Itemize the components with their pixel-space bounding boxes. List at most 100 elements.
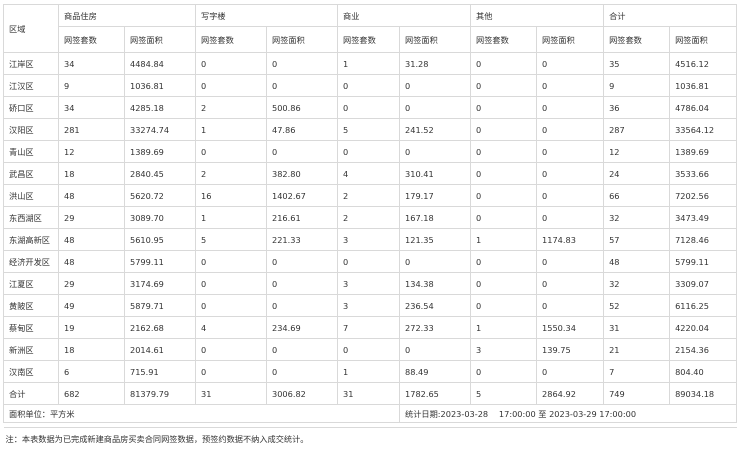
area-unit-note: 面积单位：平方米 [2,404,401,423]
table-cell: 24 [603,162,671,185]
table-cell: 281 [58,118,125,141]
table-cell: 7 [337,316,401,339]
table-cell: 4 [337,162,401,185]
table-cell: 0 [195,74,268,97]
table-cell: 2840.45 [123,162,197,185]
table-cell: 0 [195,272,268,295]
table-cell: 241.52 [399,118,472,141]
table-cell: 36 [603,96,671,119]
total-cell: 749 [603,382,671,405]
sub-header-count: 网签套数 [337,26,401,53]
header-row-groups: 区域 商品住房 写字楼 商业 其他 合计 [3,4,738,53]
table-cell: 2 [337,184,401,207]
note-row: 注：本表数据为已完成新建商品房买卖合同网签数据，预签约数据不纳入成交统计。 [3,427,737,449]
table-cell: 0 [399,140,472,163]
table-cell: 12 [603,140,671,163]
table-cell: 5 [337,118,401,141]
district-name: 硚口区 [3,96,59,119]
table-cell: 804.40 [669,360,738,383]
table-row: 蔡甸区 19 2162.68 4 234.69 7 272.33 1 1550.34 31 4220… [3,316,738,339]
total-cell: 81379.79 [123,382,197,405]
sub-header-count: 网签套数 [58,26,125,53]
table-cell: 34 [58,52,125,75]
table-cell: 1174.83 [536,228,605,251]
header-row-sub: 网签套数 网签面积 网签套数 网签面积 网签套数 网签面积 网签套数 网签面积 … [4,26,738,53]
table-cell: 0 [337,338,401,361]
district-name: 江岸区 [3,52,59,75]
table-row: 洪山区 48 5620.72 16 1402.67 2 179.17 0 0 66 7202.56 [3,184,738,207]
district-name: 黄陂区 [3,294,59,317]
table-cell: 4 [195,316,268,339]
table-cell: 1402.67 [266,184,339,207]
table-cell: 29 [58,206,125,229]
table-cell: 0 [195,294,268,317]
table-cell: 287 [603,118,671,141]
table-cell: 236.54 [399,294,472,317]
table-cell: 0 [266,294,339,317]
table-cell: 2162.68 [123,316,197,339]
table-cell: 4786.04 [669,96,738,119]
table-cell: 1 [470,316,538,339]
table-cell: 66 [603,184,671,207]
table-row: 东湖高新区 48 5610.95 5 221.33 3 121.35 1 1174.83 57 71… [3,228,738,251]
total-cell: 682 [58,382,125,405]
table-cell: 500.86 [266,96,339,119]
table-cell: 0 [195,338,268,361]
table-cell: 7128.46 [669,228,738,251]
table-cell: 0 [266,74,339,97]
table-cell: 32 [603,272,671,295]
district-header: 区域 [3,4,59,53]
table-cell: 0 [470,162,538,185]
table-cell: 18 [58,162,125,185]
table-cell: 0 [470,360,538,383]
table-cell: 382.80 [266,162,339,185]
table-cell: 0 [195,140,268,163]
table-cell: 0 [536,206,605,229]
table-cell: 121.35 [399,228,472,251]
table-cell: 1389.69 [669,140,738,163]
table-cell: 48 [603,250,671,273]
table-cell: 6 [58,360,125,383]
table-cell: 310.41 [399,162,472,185]
district-name: 东湖高新区 [3,228,59,251]
total-cell: 1782.65 [399,382,472,405]
table-cell: 48 [58,184,125,207]
district-name: 青山区 [3,140,59,163]
table-cell: 0 [337,74,401,97]
table-row: 经济开发区 48 5799.11 0 0 0 0 0 0 48 5799.11 [3,250,738,273]
table-cell: 7202.56 [669,184,738,207]
table-cell: 0 [470,294,538,317]
table-cell: 21 [603,338,671,361]
table-cell: 19 [58,316,125,339]
table-cell: 0 [337,250,401,273]
total-cell: 89034.18 [669,382,738,405]
table-cell: 0 [470,52,538,75]
table-cell: 5610.95 [123,228,197,251]
table-cell: 0 [470,206,538,229]
table-cell: 2014.61 [123,338,197,361]
table-row: 汉阳区 281 33274.74 1 47.86 5 241.52 0 0 287 33564.12 [3,118,738,141]
table-cell: 0 [399,96,472,119]
table-cell: 5799.11 [669,250,738,273]
total-cell: 5 [470,382,538,405]
table-cell: 12 [58,140,125,163]
table-cell: 1 [470,228,538,251]
table-cell: 1036.81 [123,74,197,97]
table-cell: 0 [536,272,605,295]
table-row: 江汉区 9 1036.81 0 0 0 0 0 0 9 1036.81 [3,74,738,97]
table-cell: 2154.36 [669,338,738,361]
table-cell: 2 [195,162,268,185]
total-cell: 2864.92 [536,382,605,405]
table-cell: 134.38 [399,272,472,295]
table-cell: 0 [470,184,538,207]
table-cell: 0 [337,140,401,163]
table-cell: 0 [536,250,605,273]
total-cell: 31 [195,382,268,405]
table-cell: 4220.04 [669,316,738,339]
table-row: 黄陂区 49 5879.71 0 0 3 236.54 0 0 52 6116.25 [3,294,738,317]
group-header-commercial: 商业 [337,4,472,27]
group-header-total: 合计 [603,4,738,27]
table-cell: 88.49 [399,360,472,383]
table-row: 江岸区 34 4484.84 0 0 1 31.28 0 0 35 4516.12 [3,52,738,75]
table-cell: 48 [58,250,125,273]
